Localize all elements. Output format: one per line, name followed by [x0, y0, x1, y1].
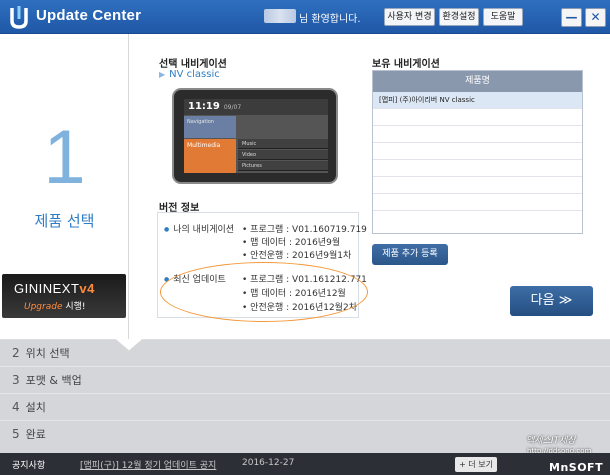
- table-row-empty: [373, 126, 582, 143]
- promo-subtitle: Upgrade 시행!: [24, 302, 86, 312]
- selected-nav-name: ▶ NV classic: [159, 69, 220, 80]
- promo-title: GININEXTv4: [14, 281, 95, 296]
- close-button[interactable]: ✕: [585, 8, 606, 27]
- next-button[interactable]: 다음 ≫: [510, 286, 593, 316]
- device-row: Music: [238, 139, 328, 149]
- current-step-panel: 1 제품 선택 GININEXTv4 Upgrade 시행!: [0, 34, 129, 342]
- title-bar: Update Center 님 환영합니다. 사용자 변경 환경설정 도움말 —…: [0, 0, 610, 34]
- my-safety-version: 안전운행 : 2016년9월1차: [242, 248, 351, 261]
- step-number: 1: [43, 115, 86, 200]
- my-map-version: 맵 데이터 : 2016년9월: [242, 235, 340, 248]
- device-tile-navigation: Navigation: [184, 116, 236, 138]
- settings-button[interactable]: 환경설정: [439, 8, 479, 26]
- table-row-empty: [373, 194, 582, 211]
- device-image: 11:19 09/07 Navigation Multimedia Music V…: [172, 88, 338, 184]
- help-button[interactable]: 도움말: [483, 8, 523, 26]
- device-row: Pictures: [238, 161, 328, 171]
- triangle-bullet-icon: ▶: [159, 70, 166, 79]
- username-masked: [264, 9, 296, 23]
- step-label: 제품 선택: [34, 212, 95, 230]
- mnsoft-logo: MnSOFT: [549, 461, 604, 474]
- table-row-empty: [373, 177, 582, 194]
- notice-date: 2016-12-27: [242, 458, 295, 468]
- device-row: Video: [238, 150, 328, 160]
- gininext-promo-banner[interactable]: GININEXTv4 Upgrade 시행!: [2, 274, 126, 318]
- table-row[interactable]: [맵피] (주)아이리버 NV classic: [373, 92, 582, 109]
- notice-bar: 공지사항 [맵피(구)] 12월 정기 업데이트 공지 2016-12-27 +…: [0, 453, 610, 475]
- owned-nav-heading: 보유 내비게이션: [372, 59, 440, 70]
- step-pointer-icon: [0, 339, 610, 352]
- notice-link[interactable]: [맵피(구)] 12월 정기 업데이트 공지: [80, 458, 216, 471]
- table-row-empty: [373, 211, 582, 228]
- add-product-button[interactable]: 제품 추가 등록: [372, 244, 448, 265]
- table-row-empty: [373, 160, 582, 177]
- step-bar-5: 5 완료: [0, 420, 610, 453]
- device-screen: 11:19 09/07 Navigation Multimedia Music V…: [184, 99, 328, 173]
- watermark-text: 액세스IT세상: [526, 436, 576, 446]
- change-user-button[interactable]: 사용자 변경: [384, 8, 435, 26]
- step-bar-4: 4 설치: [0, 393, 610, 420]
- app-title: Update Center: [36, 7, 142, 24]
- welcome-text: 님 환영합니다.: [299, 14, 361, 25]
- selected-nav-heading: 선택 내비게이션: [159, 59, 227, 70]
- my-nav-label: 나의 내비게이션: [164, 222, 234, 235]
- table-row-empty: [373, 109, 582, 126]
- device-clock: 11:19 09/07: [184, 99, 328, 115]
- table-header-product-name: 제품명: [373, 71, 582, 92]
- device-tile-multimedia: Multimedia: [184, 139, 236, 173]
- more-button[interactable]: + 더 보기: [455, 457, 497, 472]
- owned-nav-table: 제품명 [맵피] (주)아이리버 NV classic: [372, 70, 583, 234]
- notice-label: 공지사항: [12, 461, 46, 471]
- highlight-ellipse: [160, 262, 368, 322]
- minimize-button[interactable]: —: [561, 8, 582, 27]
- app-logo-icon: [10, 6, 28, 29]
- step-bar-3: 3 포맷 & 백업: [0, 366, 610, 393]
- table-row-empty: [373, 143, 582, 160]
- my-program-version: 프로그램 : V01.160719.719: [242, 222, 367, 235]
